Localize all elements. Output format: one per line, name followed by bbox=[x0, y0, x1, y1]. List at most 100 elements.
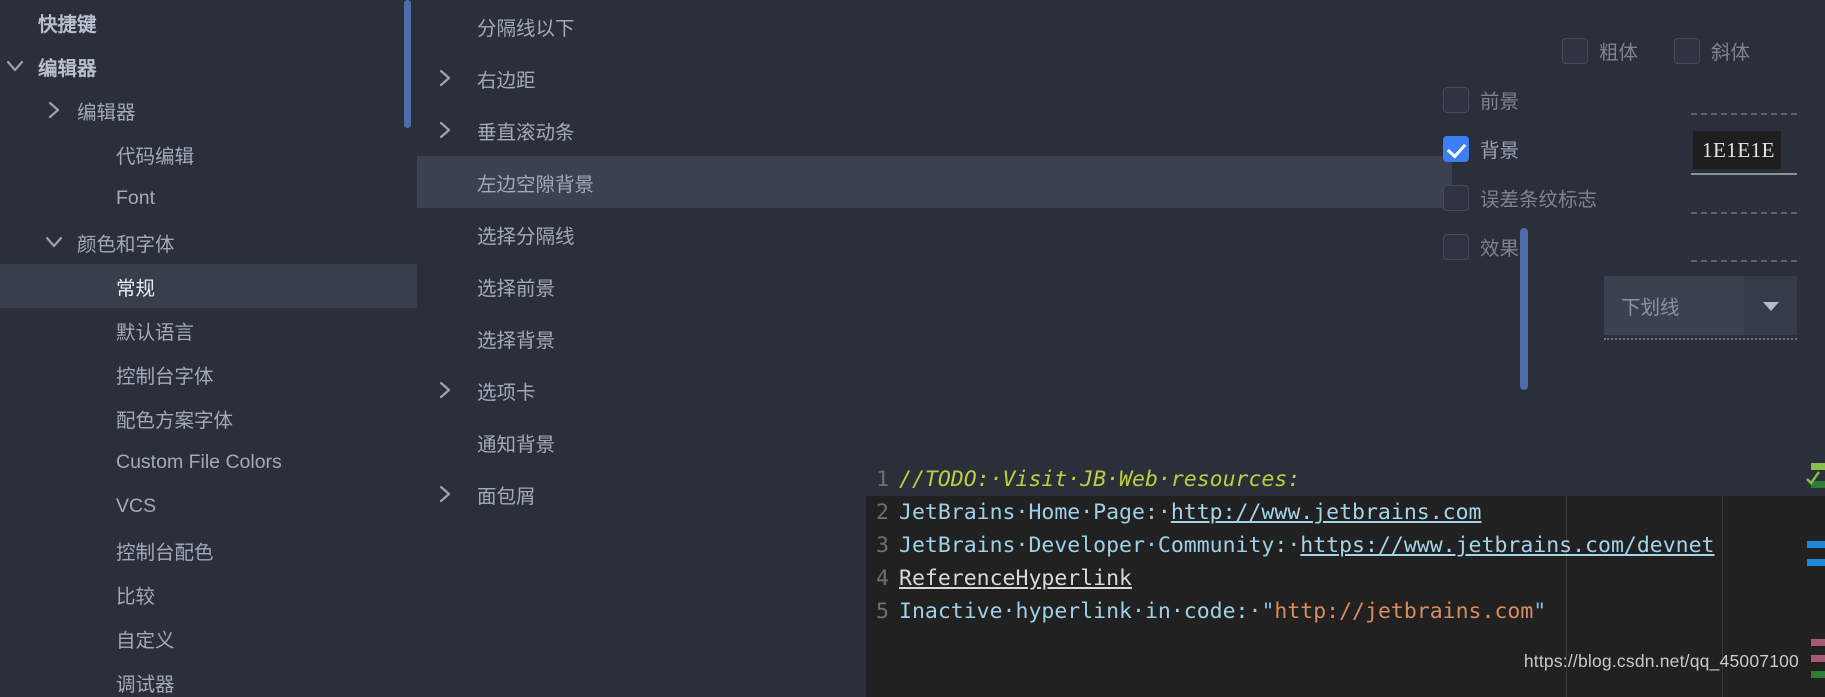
error-stripe-mark[interactable] bbox=[1807, 541, 1825, 548]
sidebar-item-label: 配色方案字体 bbox=[116, 409, 234, 432]
watermark-text: https://blog.csdn.net/qq_45007100 bbox=[1523, 651, 1799, 671]
code-line-text: JetBrains·Developer·Community:·https://w… bbox=[899, 529, 1715, 562]
sidebar-item[interactable]: 代码编辑 bbox=[0, 132, 417, 176]
sidebar-item[interactable]: 默认语言 bbox=[0, 308, 417, 352]
foreground-color-dashed-placeholder bbox=[1691, 113, 1797, 115]
effects-color-dashed-placeholder bbox=[1691, 260, 1797, 262]
code-line: 3 JetBrains·Developer·Community:·https://… bbox=[866, 529, 1825, 562]
background-color-swatch[interactable]: 1E1E1E bbox=[1693, 131, 1781, 169]
sidebar-item[interactable]: VCS bbox=[0, 484, 417, 528]
sidebar-item-label: 编辑器 bbox=[77, 101, 136, 124]
foreground-checkbox-row[interactable]: 前景 bbox=[1443, 85, 1519, 114]
sidebar-item[interactable]: 控制台字体 bbox=[0, 352, 417, 396]
chevron-right-icon[interactable] bbox=[43, 101, 65, 119]
chevron-right-icon[interactable] bbox=[417, 121, 473, 139]
option-list-scrollbar[interactable] bbox=[1520, 228, 1528, 390]
color-option-label: 垂直滚动条 bbox=[477, 121, 575, 144]
sidebar-item[interactable]: 编辑器 bbox=[0, 44, 417, 88]
sidebar-item[interactable]: 常规 bbox=[0, 264, 417, 308]
settings-window: 快捷键 编辑器 编辑器 代码编辑 Font 颜色和字体 常规 默认语言 控制台字体 配色方案字体 C… bbox=[0, 0, 1825, 697]
sidebar-item[interactable]: 调试器 bbox=[0, 660, 417, 697]
background-color-underline bbox=[1691, 173, 1797, 175]
italic-checkbox-row[interactable]: 斜体 bbox=[1674, 36, 1750, 65]
sidebar-item[interactable]: 自定义 bbox=[0, 616, 417, 660]
chevron-right-icon[interactable] bbox=[417, 381, 473, 399]
code-span: http://jetbrains.com bbox=[1274, 599, 1534, 624]
color-option-label: 左边空隙背景 bbox=[477, 173, 595, 196]
chevron-right-icon[interactable] bbox=[417, 485, 473, 503]
code-line-text: ReferenceHyperlink bbox=[899, 562, 1132, 595]
code-span: " bbox=[1533, 599, 1547, 624]
chevron-right-icon[interactable] bbox=[417, 69, 473, 87]
line-number: 5 bbox=[876, 599, 889, 624]
sidebar-item[interactable]: 控制台配色 bbox=[0, 528, 417, 572]
chevron-down-icon[interactable] bbox=[1744, 276, 1797, 335]
sidebar-item[interactable]: 快捷键 bbox=[0, 0, 417, 44]
color-option-row[interactable]: 选择分隔线 bbox=[417, 208, 1452, 260]
color-option-row[interactable]: 分隔线以下 bbox=[417, 0, 1452, 52]
sidebar-item[interactable]: 颜色和字体 bbox=[0, 220, 417, 264]
color-option-row[interactable]: 垂直滚动条 bbox=[417, 104, 1452, 156]
error-stripe-mark[interactable] bbox=[1811, 463, 1825, 470]
foreground-checkbox[interactable] bbox=[1443, 86, 1469, 113]
error-stripe-mark[interactable] bbox=[1811, 639, 1825, 646]
background-checkbox[interactable] bbox=[1443, 135, 1469, 162]
foreground-label: 前景 bbox=[1480, 91, 1520, 113]
error-stripe-gutter[interactable] bbox=[1803, 463, 1825, 697]
color-settings-main: 分隔线以下右边距垂直滚动条左边空隙背景选择分隔线 选择前景选择背景选项卡通知背景面… bbox=[417, 0, 1825, 697]
code-line: 4 ReferenceHyperlink bbox=[866, 562, 1825, 595]
chevron-down-icon[interactable] bbox=[4, 60, 26, 73]
effect-type-value: 下划线 bbox=[1621, 297, 1680, 319]
settings-tree-sidebar[interactable]: 快捷键 编辑器 编辑器 代码编辑 Font 颜色和字体 常规 默认语言 控制台字体 配色方案字体 C… bbox=[0, 0, 417, 697]
code-line: 2 JetBrains·Home·Page:·http://www.jetbrai… bbox=[866, 496, 1825, 529]
background-label: 背景 bbox=[1480, 140, 1520, 162]
bold-checkbox-row[interactable]: 粗体 bbox=[1562, 36, 1638, 65]
sidebar-item[interactable]: Font bbox=[0, 176, 417, 220]
sidebar-item-label: 颜色和字体 bbox=[77, 233, 175, 256]
inspection-ok-icon bbox=[1805, 470, 1821, 486]
effect-type-dotted-underline bbox=[1604, 338, 1797, 340]
error-stripe-mark[interactable] bbox=[1811, 655, 1825, 662]
color-option-row[interactable]: 选项卡 bbox=[417, 364, 1452, 416]
sidebar-scrollbar[interactable] bbox=[404, 0, 411, 128]
code-span[interactable]: https://www.jetbrains.com/devnet bbox=[1300, 533, 1714, 558]
code-line: 1 //TODO:·Visit·JB·Web·resources: bbox=[866, 463, 1825, 496]
color-option-label: 分隔线以下 bbox=[477, 17, 575, 40]
error-stripe-mark[interactable] bbox=[1811, 671, 1825, 678]
color-option-row[interactable]: 左边空隙背景 bbox=[417, 156, 1452, 208]
effects-checkbox-row[interactable]: 效果 bbox=[1443, 232, 1519, 261]
color-option-label: 通知背景 bbox=[477, 433, 556, 456]
color-option-row[interactable]: 选择前景 bbox=[417, 260, 1452, 312]
sidebar-item[interactable]: 比较 bbox=[0, 572, 417, 616]
line-number: 4 bbox=[876, 566, 889, 591]
code-span: Inactive·hyperlink·in·code:· bbox=[899, 599, 1262, 624]
color-option-label: 右边距 bbox=[477, 69, 536, 92]
sidebar-item-label: 控制台字体 bbox=[116, 365, 214, 388]
code-span[interactable]: http://www.jetbrains.com bbox=[1171, 500, 1482, 525]
color-option-label: 面包屑 bbox=[477, 485, 536, 508]
error-stripe-mark[interactable] bbox=[1807, 559, 1825, 566]
color-option-row[interactable]: 通知背景 bbox=[417, 416, 1452, 468]
italic-label: 斜体 bbox=[1711, 42, 1751, 64]
code-span: JetBrains·Home·Page:· bbox=[899, 500, 1171, 525]
code-line-text: JetBrains·Home·Page:·http://www.jetbrain… bbox=[899, 496, 1482, 529]
error-stripe-checkbox[interactable] bbox=[1443, 184, 1469, 211]
chevron-down-icon[interactable] bbox=[43, 236, 65, 249]
effect-type-combobox[interactable]: 下划线 bbox=[1604, 276, 1797, 335]
italic-checkbox[interactable] bbox=[1674, 37, 1700, 64]
sidebar-item[interactable]: 编辑器 bbox=[0, 88, 417, 132]
sidebar-item[interactable]: 配色方案字体 bbox=[0, 396, 417, 440]
sidebar-item-label: 自定义 bbox=[116, 629, 175, 652]
background-checkbox-row[interactable]: 背景 bbox=[1443, 134, 1519, 163]
color-option-row[interactable]: 右边距 bbox=[417, 52, 1452, 104]
error-stripe-checkbox-row[interactable]: 误差条纹标志 bbox=[1443, 183, 1597, 212]
effects-checkbox[interactable] bbox=[1443, 233, 1469, 260]
error-stripe-label: 误差条纹标志 bbox=[1480, 189, 1598, 211]
bold-checkbox[interactable] bbox=[1562, 37, 1588, 64]
color-option-row[interactable]: 选择背景 bbox=[417, 312, 1452, 364]
sidebar-item-label: 常规 bbox=[116, 277, 156, 300]
sidebar-item-label: 默认语言 bbox=[116, 321, 195, 344]
color-option-label: 选择背景 bbox=[477, 329, 556, 352]
sidebar-item[interactable]: Custom File Colors bbox=[0, 440, 417, 484]
color-option-list[interactable]: 分隔线以下右边距垂直滚动条左边空隙背景选择分隔线 选择前景选择背景选项卡通知背景面… bbox=[417, 0, 1452, 520]
